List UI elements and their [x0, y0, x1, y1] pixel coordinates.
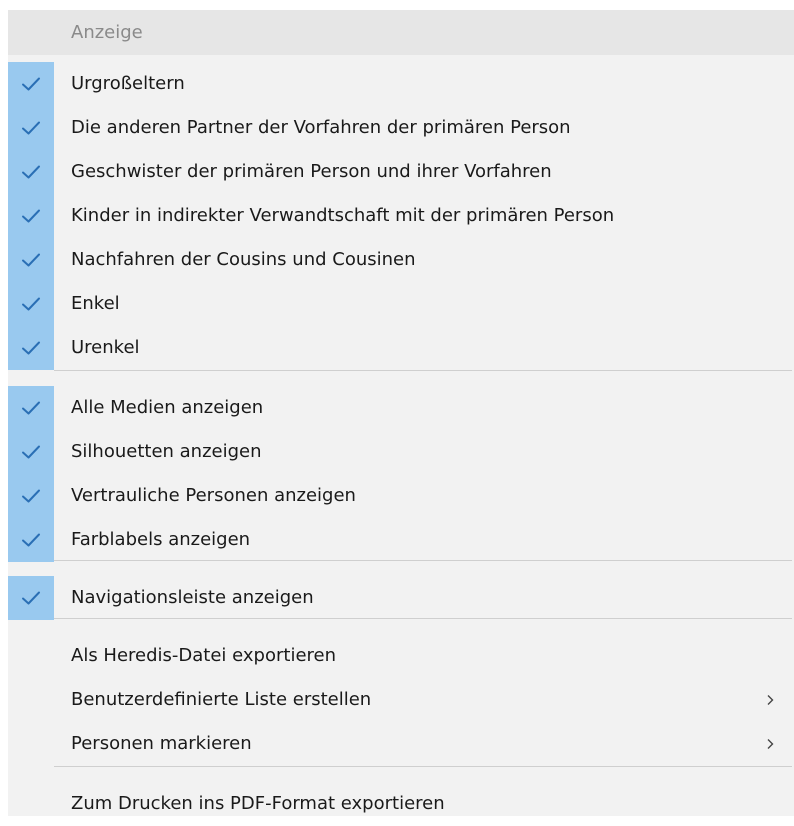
- menu-separator: [54, 766, 792, 767]
- menu-item-benutzerdefinierte-liste-erstellen[interactable]: Benutzerdefinierte Liste erstellen: [8, 678, 794, 722]
- menu-item-label: Die anderen Partner der Vorfahren der pr…: [71, 117, 571, 138]
- checkmark-icon: [22, 165, 40, 179]
- context-menu: Anzeige Urgroßeltern Die anderen Partner …: [8, 10, 794, 816]
- menu-item-label: Urgroßeltern: [71, 73, 185, 94]
- checkmark-icon: [22, 297, 40, 311]
- menu-item-label: Enkel: [71, 293, 120, 314]
- menu-item-label: Silhouetten anzeigen: [71, 441, 262, 462]
- menu-item-urenkel[interactable]: Urenkel: [8, 326, 794, 370]
- menu-item-label: Farblabels anzeigen: [71, 529, 251, 550]
- menu-item-label: Benutzerdefinierte Liste erstellen: [71, 689, 372, 710]
- checkmark-icon: [22, 209, 40, 223]
- menu-item-label: Navigationsleiste anzeigen: [71, 587, 314, 608]
- chevron-right-icon: [767, 695, 774, 705]
- checkmark-icon: [22, 401, 40, 415]
- menu-item-alle-medien-anzeigen[interactable]: Alle Medien anzeigen: [8, 386, 794, 430]
- menu-item-navigationsleiste-anzeigen[interactable]: Navigationsleiste anzeigen: [8, 576, 794, 620]
- checkmark-icon: [22, 341, 40, 355]
- menu-item-label: Urenkel: [71, 337, 140, 358]
- checkmark-icon: [22, 121, 40, 135]
- checkmark-icon: [22, 591, 40, 605]
- menu-item-label: Zum Drucken ins PDF-Format exportieren: [71, 793, 445, 814]
- menu-item-label: Nachfahren der Cousins und Cousinen: [71, 249, 416, 270]
- menu-separator: [54, 560, 792, 561]
- menu-item-label: Kinder in indirekter Verwandtschaft mit …: [71, 205, 615, 226]
- menu-item-silhouetten-anzeigen[interactable]: Silhouetten anzeigen: [8, 430, 794, 474]
- menu-item-zum-drucken-ins-pdf-format-exportieren[interactable]: Zum Drucken ins PDF-Format exportieren: [8, 782, 794, 826]
- checkmark-icon: [22, 533, 40, 547]
- menu-item-als-heredis-datei-exportieren[interactable]: Als Heredis-Datei exportieren: [8, 634, 794, 678]
- menu-item-label: Vertrauliche Personen anzeigen: [71, 485, 356, 506]
- menu-separator: [54, 618, 792, 619]
- menu-item-label: Als Heredis-Datei exportieren: [71, 645, 337, 666]
- checkmark-icon: [22, 489, 40, 503]
- checkmark-icon: [22, 77, 40, 91]
- menu-item-urgrosseltern[interactable]: Urgroßeltern: [8, 62, 794, 106]
- menu-separator: [54, 370, 792, 371]
- menu-item-enkel[interactable]: Enkel: [8, 282, 794, 326]
- checkmark-icon: [22, 445, 40, 459]
- menu-header: Anzeige: [8, 10, 794, 55]
- menu-header-label: Anzeige: [71, 22, 143, 43]
- menu-item-geschwister-der-primaren-person-und-ihrer-vorfahren[interactable]: Geschwister der primären Person und ihre…: [8, 150, 794, 194]
- checkmark-icon: [22, 253, 40, 267]
- menu-item-nachfahren-der-cousins-und-cousinen[interactable]: Nachfahren der Cousins und Cousinen: [8, 238, 794, 282]
- menu-item-die-anderen-partner-der-vorfahren-der-primaren-person[interactable]: Die anderen Partner der Vorfahren der pr…: [8, 106, 794, 150]
- menu-item-farblabels-anzeigen[interactable]: Farblabels anzeigen: [8, 518, 794, 562]
- menu-item-kinder-in-indirekter-verwandtschaft-mit-der-primaren-person[interactable]: Kinder in indirekter Verwandtschaft mit …: [8, 194, 794, 238]
- menu-item-label: Alle Medien anzeigen: [71, 397, 264, 418]
- menu-item-label: Personen markieren: [71, 733, 252, 754]
- menu-item-vertrauliche-personen-anzeigen[interactable]: Vertrauliche Personen anzeigen: [8, 474, 794, 518]
- menu-item-personen-markieren[interactable]: Personen markieren: [8, 722, 794, 766]
- menu-item-label: Geschwister der primären Person und ihre…: [71, 161, 552, 182]
- chevron-right-icon: [767, 739, 774, 749]
